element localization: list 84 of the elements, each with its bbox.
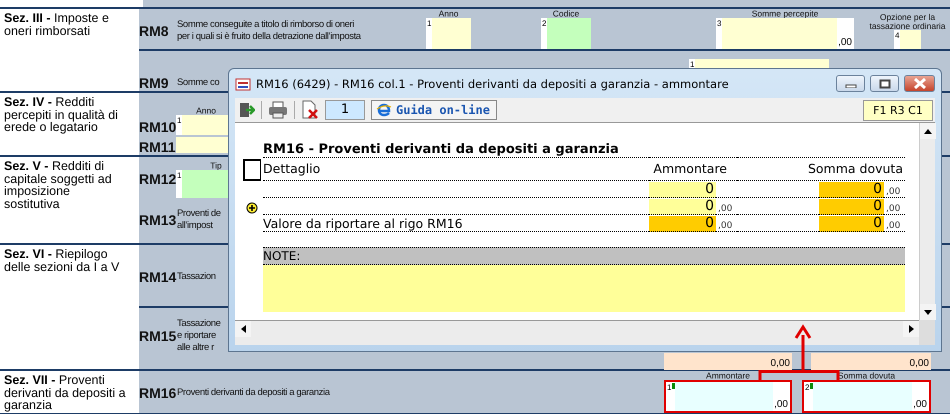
- input-field[interactable]: 0,00: [664, 353, 792, 370]
- field-value: 0,00: [910, 359, 929, 369]
- field-number: 2: [541, 18, 548, 30]
- field-label: Anno: [438, 10, 458, 18]
- decimals-label: ,00: [885, 204, 900, 214]
- minimize-button[interactable]: [836, 75, 865, 92]
- row-label: Valore da riportare al rigo RM16: [263, 216, 463, 231]
- field-number: 1: [426, 18, 432, 30]
- row-description: Tassazion: [177, 271, 216, 283]
- restore-icon: [878, 78, 890, 88]
- row-description: Tassazione e riportare alle altre r: [177, 318, 221, 354]
- printer-icon[interactable]: [268, 101, 288, 119]
- row-code: RM11: [139, 139, 176, 155]
- delete-document-icon[interactable]: [301, 100, 319, 120]
- row-code: RM12: [139, 171, 176, 187]
- amount-field[interactable]: 0: [819, 199, 884, 215]
- decimals-label: ,00: [885, 187, 900, 197]
- cell-position-label: F1 R3 C1: [863, 100, 933, 120]
- row-code: RM8: [139, 23, 169, 39]
- field-label: Ammontare: [706, 372, 750, 380]
- close-icon: [912, 78, 926, 89]
- decimals-label: ,00: [773, 399, 789, 411]
- page-field[interactable]: 1: [325, 100, 365, 120]
- exit-door-icon[interactable]: [237, 101, 255, 119]
- row-description: Somme co: [177, 77, 220, 89]
- field-number: 1: [176, 170, 182, 182]
- left-arrow-icon: [240, 325, 246, 333]
- input-field[interactable]: 2 ,00: [802, 380, 931, 413]
- right-arrow-icon: [908, 325, 914, 333]
- input-field[interactable]: 1: [426, 18, 471, 49]
- maximize-button[interactable]: [870, 75, 899, 92]
- row-code: RM14: [139, 269, 176, 285]
- browser-icon: [376, 103, 392, 117]
- row-description: Proventi de all’impost: [177, 208, 221, 232]
- decimals-label: ,00: [885, 221, 900, 231]
- field-label: Somme percepite: [752, 10, 818, 18]
- decimals-label: ,00: [717, 221, 732, 231]
- decimals-label: ,00: [717, 204, 732, 214]
- amount-field[interactable]: 0: [649, 182, 716, 198]
- row-description: Proventi derivanti da depositi a garanzia: [177, 387, 330, 399]
- vertical-scrollbar[interactable]: [919, 123, 935, 320]
- decimals-label: ,00: [837, 37, 853, 49]
- row-description: Somme conseguite a titolo di rimborso di oneri per i quali si è fruito della detrazione dall’imposta: [177, 19, 361, 43]
- field-number: 3: [716, 18, 722, 30]
- input-field[interactable]: 1 ,00: [664, 380, 792, 413]
- field-label: Codice: [552, 10, 580, 18]
- add-row-icon[interactable]: [246, 202, 258, 214]
- row-code: RM16: [139, 385, 176, 401]
- field-label: Tip: [210, 162, 222, 170]
- input-field[interactable]: 2: [541, 18, 591, 49]
- column-header: Somma dovuta: [737, 157, 905, 181]
- close-button[interactable]: [904, 75, 935, 92]
- up-arrow-icon: [924, 128, 932, 134]
- field-number: 1: [176, 115, 182, 127]
- scrollbar-corner: [919, 320, 935, 345]
- column-header: Dettaglio: [263, 157, 649, 181]
- row-code: RM10: [139, 119, 176, 135]
- window-title: RM16 (6429) - RM16 col.1 - Proventi derivanti da depositi a garanzia - ammontare: [256, 76, 730, 90]
- input-field[interactable]: 0,00: [811, 353, 931, 370]
- field-label: Opzione per la tassazione ordinaria: [868, 13, 947, 30]
- input-field[interactable]: 4: [894, 30, 921, 49]
- field-number: 4: [894, 30, 900, 42]
- field-number: 1: [666, 382, 672, 394]
- form-icon: [235, 76, 251, 92]
- column-header: Ammontare: [649, 157, 737, 181]
- field-label: Anno: [196, 106, 216, 115]
- row-selector[interactable]: [243, 158, 261, 180]
- decimals-label: ,00: [912, 399, 928, 411]
- form-heading: RM16 - Proventi derivanti da depositi a garanzia: [263, 143, 619, 157]
- notes-field[interactable]: [263, 265, 905, 312]
- amount-field[interactable]: 0: [649, 199, 716, 215]
- amount-field[interactable]: 0: [819, 182, 884, 198]
- amount-field[interactable]: 0: [649, 216, 716, 232]
- field-value: 0,00: [770, 359, 790, 369]
- horizontal-scrollbar[interactable]: [235, 320, 919, 345]
- input-field[interactable]: 3 ,00: [716, 18, 854, 49]
- notes-label: NOTE:: [263, 247, 905, 265]
- row-code: RM9: [139, 75, 169, 91]
- row-code: RM13: [139, 212, 176, 228]
- amount-field[interactable]: 0: [819, 216, 884, 232]
- row-code: RM15: [139, 328, 176, 344]
- field-number: 2: [804, 382, 810, 394]
- down-arrow-icon: [924, 310, 932, 314]
- help-button[interactable]: Guida on-line: [371, 100, 497, 120]
